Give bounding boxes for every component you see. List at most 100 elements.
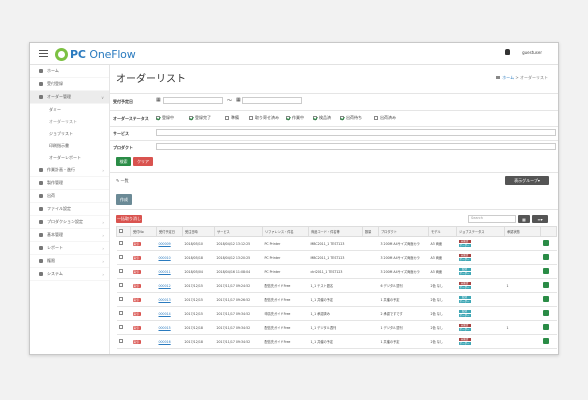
sidebar-sub-print-instructions[interactable]: 印刷指示書: [30, 140, 109, 152]
sidebar-sub-job-list[interactable]: ジョブリスト: [30, 128, 109, 140]
date-from-input[interactable]: [163, 97, 223, 104]
order-no-link[interactable]: 000016: [159, 340, 171, 344]
status-option[interactable]: 登録中: [156, 115, 174, 121]
status-option[interactable]: 検品済: [313, 115, 331, 121]
status-option[interactable]: 登録完了: [189, 115, 211, 121]
order-no-link[interactable]: 000015: [159, 326, 171, 330]
sidebar: ホーム 受付登録 オーダー管理 ∨ ダミー オーダーリスト ジョブリスト 印刷指示…: [30, 65, 110, 354]
checkbox[interactable]: [118, 269, 123, 273]
bulk-delete-button[interactable]: 一括取り消し: [116, 215, 142, 223]
row-action-button[interactable]: [542, 338, 549, 344]
service-input[interactable]: [156, 129, 556, 136]
sidebar-item-production[interactable]: 製作管理: [30, 177, 109, 190]
table-row[interactable]: 取引 000011 2018/05/04 2018/04/16 11:08:04 PC …: [116, 264, 557, 279]
column-header[interactable]: 商品コード・件名等: [308, 226, 363, 237]
app-logo[interactable]: PC OneFlow: [55, 46, 136, 62]
order-no-link[interactable]: 000013: [159, 298, 171, 302]
order-no-link[interactable]: 000011: [159, 270, 171, 274]
sidebar-item-work-plan[interactable]: 作業計画・進行 ›: [30, 164, 109, 177]
column-header[interactable]: 受注日時: [182, 226, 215, 237]
new-button[interactable]: 作成: [116, 194, 132, 205]
column-header[interactable]: プロダクト: [378, 226, 429, 237]
status-option[interactable]: 取り寄せ済み: [249, 115, 279, 121]
sidebar-item-system[interactable]: システム ›: [30, 268, 109, 281]
sidebar-item-home[interactable]: ホーム: [30, 65, 109, 78]
search-button[interactable]: 検索: [116, 157, 131, 166]
column-header[interactable]: サービス: [214, 226, 263, 237]
table-row[interactable]: 取引 000016 2017/12/18 2017/11/17 09:34:52 配信先…: [116, 334, 557, 349]
select-all-column[interactable]: [116, 226, 131, 237]
checkbox[interactable]: [118, 283, 123, 287]
checkbox[interactable]: [225, 116, 229, 120]
user-menu[interactable]: guestuser: [505, 49, 542, 55]
status-option[interactable]: 作業中: [286, 115, 304, 121]
status-option[interactable]: 準備: [225, 115, 239, 121]
date-to-input[interactable]: [242, 97, 302, 104]
sidebar-item-production-settings[interactable]: プロダクション設定 ›: [30, 216, 109, 229]
checkbox[interactable]: [286, 116, 290, 120]
grid-view-icon[interactable]: ▦: [518, 215, 530, 223]
column-header[interactable]: 受付No: [130, 226, 157, 237]
checkbox[interactable]: [118, 311, 123, 315]
sidebar-sub-dummy[interactable]: ダミー: [30, 104, 109, 116]
columns-icon[interactable]: ≡▾: [532, 215, 548, 223]
order-no-link[interactable]: 000010: [159, 256, 171, 260]
table-row[interactable]: 取引 000012 2017/12/15 2017/11/17 09:24:52 配信先…: [116, 278, 557, 293]
display-group-button[interactable]: 表示グループ ▾: [505, 176, 549, 185]
column-header[interactable]: リファレンス・件名: [262, 226, 309, 237]
checkbox[interactable]: [374, 116, 378, 120]
table-row[interactable]: 取引 000013 2017/12/15 2017/11/17 09:26:52 配信先…: [116, 292, 557, 307]
table-search-input[interactable]: Search: [468, 215, 516, 223]
sidebar-item-permissions[interactable]: 権限 ›: [30, 255, 109, 268]
order-table: 受付No 受付予定日 受注日時 サービス リファレンス・件名 商品コード・件名等…: [116, 226, 557, 349]
menu-toggle-icon[interactable]: [39, 50, 48, 57]
cell-reference: MBC2011_1 TEST123: [308, 250, 363, 265]
table-row[interactable]: 取引 000015 2017/12/18 2017/11/17 09:34:52 配信先…: [116, 320, 557, 335]
sidebar-sub-order-report[interactable]: オーダーレポート: [30, 152, 109, 164]
checkbox[interactable]: [118, 297, 123, 301]
checkbox[interactable]: [118, 339, 123, 343]
checkbox[interactable]: [340, 116, 344, 120]
order-no-link[interactable]: 000014: [159, 312, 171, 316]
sidebar-item-reception[interactable]: 受付登録: [30, 78, 109, 91]
clear-button[interactable]: クリア: [133, 157, 153, 166]
order-no-link[interactable]: 000012: [159, 284, 171, 288]
cell-qty: [362, 236, 379, 251]
checkbox[interactable]: [189, 116, 193, 120]
checkbox[interactable]: [118, 255, 123, 259]
column-header[interactable]: ジョブステータス: [456, 226, 505, 237]
row-action-button[interactable]: [542, 296, 549, 302]
sidebar-item-file-settings[interactable]: ファイル設定: [30, 203, 109, 216]
row-action-button[interactable]: [542, 282, 549, 288]
checkbox[interactable]: [249, 116, 253, 120]
table-row[interactable]: 取引 000009 2018/05/10 2018/04/12 13:12:25 PC …: [116, 236, 557, 251]
checkbox[interactable]: [313, 116, 317, 120]
table-row[interactable]: 取引 000010 2018/05/18 2018/04/12 13:20:25 PC …: [116, 250, 557, 265]
sidebar-item-shipping[interactable]: 出荷: [30, 190, 109, 203]
table-row[interactable]: 取引 000014 2017/12/15 2017/11/17 09:34:52 申請先…: [116, 306, 557, 321]
sidebar-item-master[interactable]: 基本管理 ›: [30, 229, 109, 242]
production-icon: [39, 181, 43, 185]
column-header[interactable]: 数量: [362, 226, 379, 237]
column-header[interactable]: モデル: [428, 226, 457, 237]
sidebar-item-order-management[interactable]: オーダー管理 ∨: [30, 91, 109, 104]
order-no-link[interactable]: 000009: [159, 242, 171, 246]
column-header[interactable]: 承認状態: [504, 226, 541, 237]
breadcrumb-home[interactable]: ホーム: [502, 75, 514, 80]
row-action-button[interactable]: [542, 324, 549, 330]
column-header[interactable]: 受付予定日: [156, 226, 183, 237]
checkbox[interactable]: [156, 116, 160, 120]
checkbox[interactable]: [119, 229, 123, 233]
sidebar-item-report[interactable]: レポート ›: [30, 242, 109, 255]
checkbox[interactable]: [118, 325, 123, 329]
edit-icon: ✎: [116, 178, 120, 183]
sidebar-sub-order-list[interactable]: オーダーリスト: [30, 116, 109, 128]
row-action-button[interactable]: [542, 310, 549, 316]
row-action-button[interactable]: [542, 268, 549, 274]
checkbox[interactable]: [118, 241, 123, 245]
status-option[interactable]: 出荷済み: [374, 115, 396, 121]
status-option[interactable]: 出荷待ち: [340, 115, 362, 121]
row-action-button[interactable]: [542, 240, 549, 246]
row-action-button[interactable]: [542, 254, 549, 260]
product-input[interactable]: [156, 143, 556, 150]
